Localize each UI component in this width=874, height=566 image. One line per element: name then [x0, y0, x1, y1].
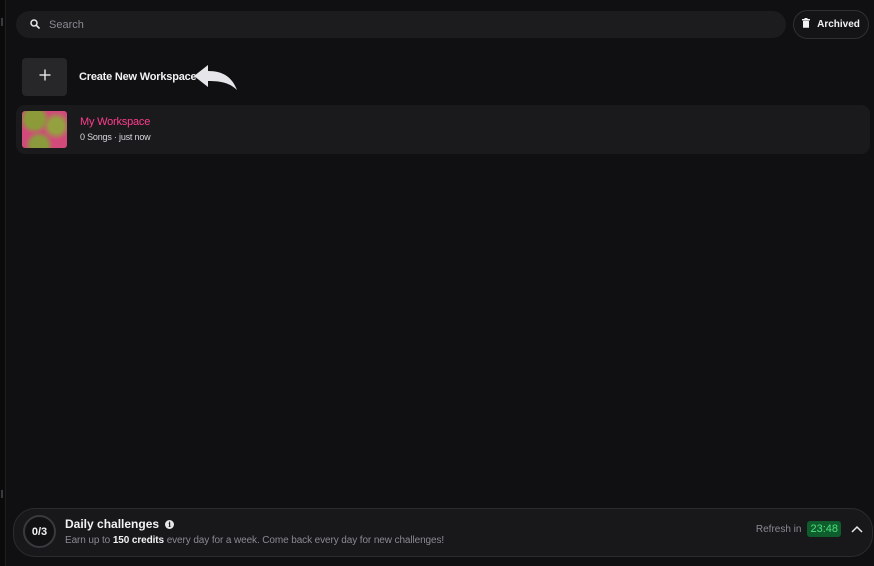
search-input[interactable] [49, 18, 749, 31]
create-workspace-button[interactable] [22, 58, 67, 96]
create-workspace-label[interactable]: Create New Workspace [79, 71, 197, 83]
credits-amount: 150 credits [112, 535, 164, 546]
rail-marker [1, 18, 3, 26]
workspace-card[interactable]: My Workspace 0 Songs · just now [16, 105, 870, 154]
plus-icon [39, 68, 51, 86]
challenges-description: Earn up to 150 credits every day for a w… [65, 535, 444, 546]
curved-arrow-icon [194, 65, 237, 90]
trash-icon [802, 18, 811, 31]
refresh-info: Refresh in 23:48 [756, 521, 863, 537]
workspace-name[interactable]: My Workspace [80, 116, 150, 128]
desc-prefix: Earn up to [65, 535, 111, 546]
create-workspace-row[interactable]: Create New Workspace [22, 58, 197, 96]
challenges-title: Daily challenges [65, 517, 160, 531]
challenge-progress: 0/3 [23, 515, 56, 548]
daily-challenges-bar[interactable]: 0/3 Daily challenges i Earn up to 150 cr… [13, 508, 873, 557]
workspace-meta: 0 Songs · just now [80, 132, 151, 142]
challenges-heading: Daily challenges i [65, 517, 175, 531]
refresh-timer: 23:48 [807, 521, 841, 537]
desc-suffix: every day for a week. Come back every da… [166, 535, 445, 546]
rail-marker [1, 490, 3, 498]
refresh-label: Refresh in [755, 523, 802, 535]
archived-label: Archived [817, 19, 860, 30]
search-bar[interactable] [16, 11, 786, 38]
search-icon [30, 16, 40, 34]
archived-button[interactable]: Archived [793, 10, 869, 39]
workspace-thumbnail [22, 111, 67, 148]
chevron-up-icon[interactable] [851, 525, 863, 533]
left-rail [0, 0, 6, 566]
info-icon[interactable]: i [165, 519, 175, 529]
